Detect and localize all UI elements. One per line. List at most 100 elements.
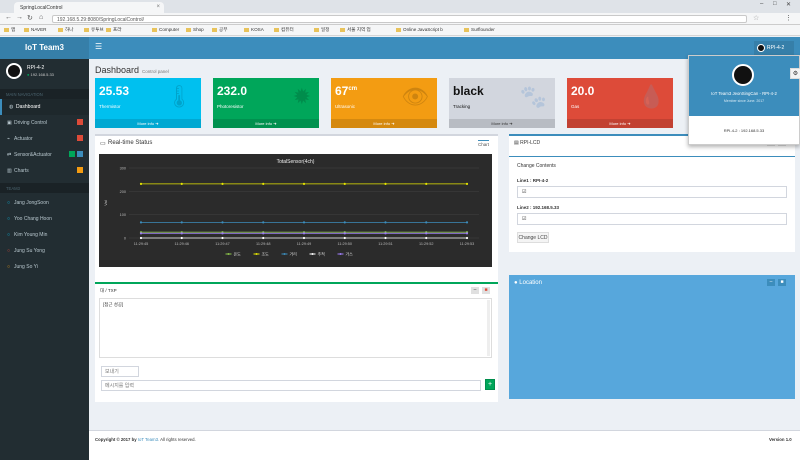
more-info-link[interactable]: More info ➔ — [567, 119, 673, 128]
info-value: 67cm — [335, 84, 357, 98]
app-logo[interactable]: IoT Team3 — [0, 37, 89, 59]
menu-item-icon: ⌁ — [7, 136, 11, 142]
data-point — [221, 182, 224, 185]
bookmark[interactable]: Surflounder — [464, 27, 495, 32]
sidebar-toggle-icon[interactable]: ☰ — [95, 42, 102, 51]
browser-tab[interactable]: SpringLocalControl × — [14, 2, 164, 13]
star-icon[interactable]: ☆ — [753, 14, 759, 22]
more-info-link[interactable]: More info ➔ — [449, 119, 555, 128]
menu-icon[interactable]: ⋮ — [785, 14, 792, 22]
sidebar-item-actuator[interactable]: ⌁ Actuator — [0, 131, 89, 147]
data-point — [262, 232, 265, 235]
scrollbar[interactable] — [487, 300, 490, 356]
info-box-tracking: 🐾 black Tracking More info ➔ — [449, 78, 555, 128]
more-info-link[interactable]: More info ➔ — [213, 119, 319, 128]
line1-field[interactable]: ☑ — [517, 186, 787, 198]
chat-input[interactable] — [101, 380, 481, 391]
x-tick-label: 11:29:50 — [338, 242, 353, 246]
monitor-icon: ▭ — [100, 141, 106, 147]
page-title: Dashboard Control panel — [95, 65, 169, 75]
data-point — [262, 182, 265, 185]
x-tick-label: 11:29:47 — [215, 242, 230, 246]
sidebar-item-label: Dashboard — [16, 104, 41, 110]
sidebar-item-charts[interactable]: ▥ Charts — [0, 163, 89, 179]
data-point — [221, 221, 224, 224]
close-icon[interactable]: ■ — [482, 287, 490, 294]
sun-icon: ✹ — [292, 84, 311, 109]
bookmark[interactable]: 앱 — [4, 27, 15, 33]
info-value-text: 20.0 — [571, 84, 595, 98]
info-value-text: 25.53 — [99, 84, 130, 98]
lcd-box: ▤ RPI-LCD Change Contents Line1 : RPI-4-… — [509, 134, 795, 252]
sidebar-item-dashboard[interactable]: ◍ Dashboard — [0, 99, 89, 115]
data-point — [465, 232, 469, 235]
copyright-team-link[interactable]: IoT Team3. — [138, 437, 159, 442]
team-member-name: Yoo Chang Hoon — [14, 216, 52, 222]
user-menu-label: RPI-4-2 — [767, 45, 785, 51]
url-field[interactable]: 192.168.5.29:8080/SpringLocalControl/ — [52, 15, 747, 23]
bookmark[interactable]: 서울 지역 업 — [340, 27, 371, 33]
bookmark[interactable]: 공부 — [212, 27, 227, 33]
tab-chart[interactable]: Chart — [478, 140, 490, 147]
sidebar-item-label: Driving Control — [14, 120, 48, 126]
reload-icon[interactable]: ↻ — [27, 14, 33, 22]
user-menu-button[interactable]: RPI-4-2 — [754, 41, 794, 55]
sidebar-item-driving-control[interactable]: ▣ Driving Control — [0, 115, 89, 131]
page-footer: Copyright © 2017 by IoT Team3. All right… — [89, 430, 800, 460]
data-point — [180, 236, 183, 240]
minimize-icon[interactable]: – — [767, 279, 775, 286]
sidebar-item-label: Charts — [14, 168, 29, 174]
close-icon[interactable]: ■ — [778, 279, 786, 286]
bookmark[interactable]: KOSA — [244, 27, 264, 32]
bookmark[interactable]: NAVER — [24, 27, 47, 32]
copyright: Copyright © 2017 by IoT Team3. All right… — [95, 437, 196, 442]
send-name-input[interactable] — [101, 366, 139, 377]
window-close-icon[interactable]: ✕ — [786, 1, 791, 8]
bookmark[interactable]: Computer — [152, 27, 179, 32]
team-member-item[interactable]: ○ Jang JongSoon — [0, 195, 89, 211]
bookmark[interactable]: 유투브 — [84, 27, 104, 33]
chat-title: 대 / TXP — [100, 288, 117, 293]
team-member-item[interactable]: ○ Yoo Chang Hoon — [0, 211, 89, 227]
avatar — [6, 63, 22, 79]
home-icon[interactable]: ⌂ — [39, 14, 43, 21]
team-member-item[interactable]: ○ Kim Young Min — [0, 227, 89, 243]
minimize-icon[interactable]: – — [471, 287, 479, 294]
minimize-icon[interactable]: – — [760, 1, 763, 7]
bookmark[interactable]: Online JavaScript b — [396, 27, 443, 32]
x-tick-label: 11:29:45 — [134, 242, 149, 246]
bookmark[interactable]: Shop — [186, 27, 204, 32]
data-point — [262, 236, 265, 240]
data-point — [180, 182, 183, 185]
data-point — [384, 232, 387, 235]
change-lcd-button[interactable]: Change LCD — [517, 232, 549, 243]
gear-icon[interactable]: ⚙ — [790, 68, 800, 79]
sidebar-item-sensor-actuator[interactable]: ⇄ Sensor&Actuator — [0, 147, 89, 163]
legend-label: 온도 — [234, 252, 242, 257]
badge — [77, 119, 83, 125]
data-point — [384, 236, 387, 240]
line2-field[interactable]: ☑ — [517, 213, 787, 225]
bookmark[interactable]: 프라 — [106, 27, 121, 33]
legend-label: 거리 — [290, 251, 298, 257]
more-info-link[interactable]: More info ➔ — [331, 119, 437, 128]
data-point — [384, 182, 387, 185]
back-icon[interactable]: ← — [5, 14, 12, 21]
team-member-item[interactable]: ○ Jung So Yi — [0, 259, 89, 275]
forward-icon[interactable]: → — [16, 14, 23, 21]
data-point — [180, 221, 183, 224]
bookmark[interactable]: 컴퓨터 — [274, 27, 294, 33]
more-info-link[interactable]: More info ➔ — [95, 119, 201, 128]
user-panel: RPI-4-2 192.168.5.33 — [0, 59, 89, 89]
data-point — [139, 236, 143, 240]
info-label: Ultrasonic — [335, 104, 356, 109]
info-box-thermistor: 🌡 25.53 Thermistor More info ➔ — [95, 78, 201, 128]
send-button[interactable]: + — [485, 379, 495, 390]
bookmark[interactable]: 하나 — [58, 27, 73, 33]
bookmark[interactable]: 일정 — [314, 27, 329, 33]
data-point — [221, 232, 224, 235]
team-member-item[interactable]: ○ Jung Su Yong — [0, 243, 89, 259]
x-tick-label: 11:29:52 — [419, 242, 434, 246]
maximize-icon[interactable]: □ — [773, 1, 777, 7]
close-icon[interactable]: × — [156, 4, 160, 10]
